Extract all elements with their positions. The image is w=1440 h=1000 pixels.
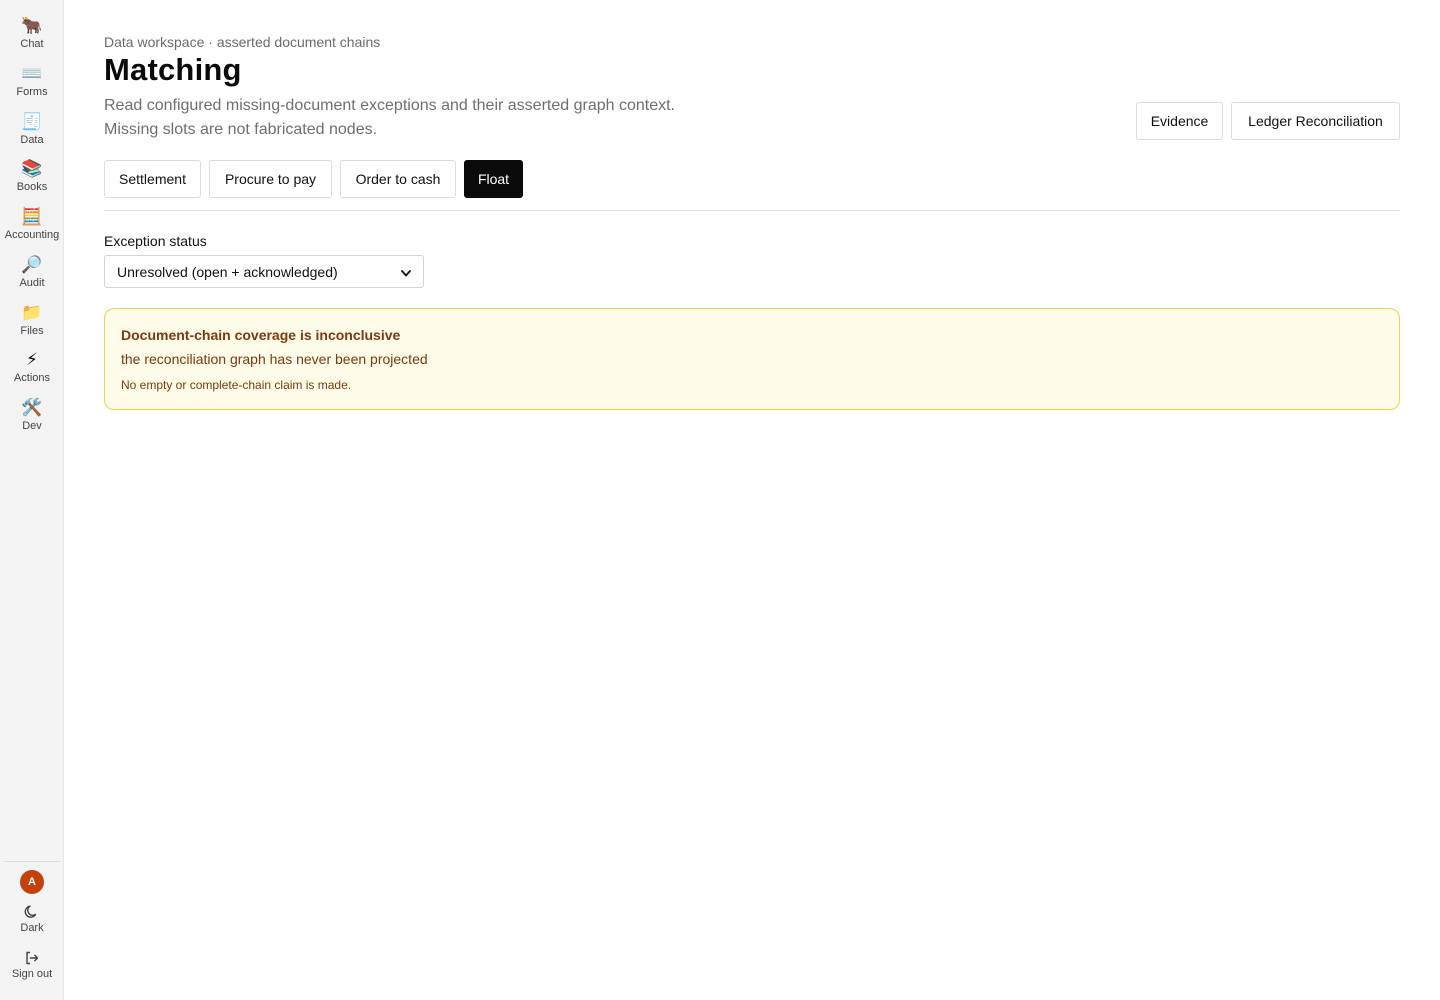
abacus-icon: 🧮 — [21, 207, 43, 226]
alert-message: the reconciliation graph has never been … — [121, 351, 428, 367]
books-icon: 📚 — [21, 159, 43, 178]
alert-note: No empty or complete-chain claim is made… — [121, 378, 352, 392]
sidebar-item-label: Audit — [19, 277, 45, 289]
exception-status-value: Unresolved (open + acknowledged) — [117, 263, 338, 280]
keyboard-icon: ⌨️ — [21, 64, 43, 83]
tab-settlement[interactable]: Settlement — [104, 160, 201, 198]
sidebar-item-label: Files — [20, 325, 44, 337]
sign-out-label: Sign out — [11, 968, 53, 980]
sidebar-divider — [4, 861, 60, 862]
sidebar-item-dev[interactable]: 🛠️ Dev — [0, 398, 64, 442]
lightning-icon: ⚡ — [26, 350, 38, 369]
evidence-button[interactable]: Evidence — [1136, 102, 1223, 140]
sidebar-item-books[interactable]: 📚 Books — [0, 159, 64, 203]
ox-icon: 🐂 — [21, 16, 43, 35]
exception-status-label: Exception status — [104, 233, 207, 249]
sidebar-item-data[interactable]: 🧾 Data — [0, 112, 64, 156]
tab-procure-to-pay[interactable]: Procure to pay — [209, 160, 332, 198]
sidebar-item-label: Chat — [20, 38, 44, 50]
description-line: Missing slots are not fabricated nodes. — [104, 121, 378, 138]
sign-out-button[interactable]: Sign out — [0, 950, 64, 981]
tools-icon: 🛠️ — [21, 398, 43, 417]
sidebar-item-forms[interactable]: ⌨️ Forms — [0, 64, 64, 108]
sign-out-icon — [24, 950, 40, 966]
dark-mode-toggle[interactable]: Dark — [0, 904, 64, 935]
exception-status-select[interactable]: Unresolved (open + acknowledged) — [104, 255, 424, 288]
avatar[interactable]: A — [20, 870, 44, 894]
tab-order-to-cash[interactable]: Order to cash — [340, 160, 456, 198]
sidebar-item-label: Forms — [16, 86, 48, 98]
receipt-icon: 🧾 — [21, 112, 43, 131]
tab-float[interactable]: Float — [464, 160, 523, 198]
sidebar-item-label: Data — [20, 134, 44, 146]
folder-icon: 📁 — [21, 303, 43, 322]
sidebar: 🐂 Chat ⌨️ Forms 🧾 Data 📚 Books 🧮 Account… — [0, 0, 64, 1000]
description-line: Read configured missing-document excepti… — [104, 97, 675, 114]
alert-title: Document-chain coverage is inconclusive — [121, 327, 401, 343]
sidebar-item-label: Accounting — [4, 229, 60, 241]
ledger-reconciliation-button[interactable]: Ledger Reconciliation — [1231, 102, 1400, 140]
page-title: Matching — [104, 52, 242, 87]
moon-icon — [24, 904, 40, 920]
page-description: Read configured missing-document excepti… — [104, 94, 764, 142]
sidebar-item-chat[interactable]: 🐂 Chat — [0, 16, 64, 60]
sidebar-item-label: Books — [16, 181, 48, 193]
sidebar-item-actions[interactable]: ⚡ Actions — [0, 350, 64, 394]
sidebar-item-audit[interactable]: 🔎 Audit — [0, 255, 64, 299]
chevron-down-icon — [401, 264, 411, 280]
tabs-divider — [104, 210, 1400, 211]
sidebar-item-label: Actions — [13, 372, 51, 384]
sidebar-item-accounting[interactable]: 🧮 Accounting — [0, 207, 64, 251]
breadcrumb: Data workspace · asserted document chain… — [104, 34, 381, 50]
coverage-warning-alert: Document-chain coverage is inconclusive … — [104, 308, 1400, 410]
dark-mode-label: Dark — [20, 922, 44, 934]
sidebar-item-label: Dev — [22, 420, 42, 432]
magnifier-icon: 🔎 — [21, 255, 43, 274]
sidebar-item-files[interactable]: 📁 Files — [0, 303, 64, 347]
